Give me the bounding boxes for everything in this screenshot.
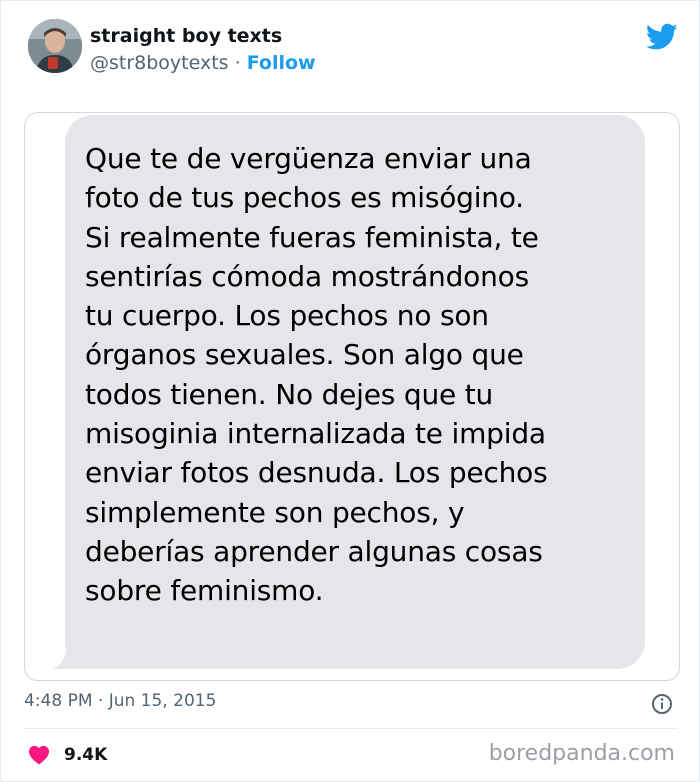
message-line: Si realmente fueras feminista, te (85, 220, 539, 254)
handle-separator: · (234, 52, 241, 74)
follow-button[interactable]: Follow (247, 52, 316, 74)
like-count: 9.4K (64, 745, 108, 765)
message-line: órganos sexuales. Son algo que (85, 338, 524, 372)
heart-icon[interactable] (28, 745, 50, 765)
tweet-time: 4:48 PM (24, 691, 93, 711)
twitter-bird-icon[interactable] (646, 23, 678, 51)
avatar-photo-icon (28, 19, 82, 73)
message-text: Que te de vergüenza enviar una foto de t… (85, 139, 645, 611)
message-line: enviar fotos desnuda. Los pechos (85, 456, 548, 490)
message-line: deberías aprender algunas cosas (85, 534, 543, 568)
avatar[interactable] (28, 19, 82, 73)
author-handle-line: @str8boytexts · Follow (90, 52, 316, 74)
timestamp-separator: · (97, 691, 104, 711)
like-action[interactable]: 9.4K (28, 742, 107, 768)
tweet-header: straight boy texts @str8boytexts · Follo… (28, 19, 678, 81)
tweet-media-screenshot[interactable]: Que te de vergüenza enviar una foto de t… (24, 112, 680, 681)
message-line: todos tienen. No dejes que tu (85, 377, 494, 411)
message-line: tu cuerpo. Los pechos no son (85, 299, 489, 333)
bubble-tail (53, 637, 87, 669)
divider (24, 728, 678, 729)
message-line: misoginia internalizada te impida (85, 417, 546, 451)
info-circle-icon[interactable] (651, 693, 673, 715)
tweet-timestamp[interactable]: 4:48 PM · Jun 15, 2015 (24, 691, 216, 711)
message-line: sobre feminismo. (85, 574, 324, 608)
tweet-date: Jun 15, 2015 (108, 691, 217, 711)
source-watermark: boredpanda.com (488, 741, 675, 766)
message-line: Que te de vergüenza enviar una (85, 142, 532, 175)
message-line: simplemente son pechos, y (85, 495, 465, 529)
author-display-name[interactable]: straight boy texts (90, 25, 282, 47)
author-handle[interactable]: @str8boytexts (90, 52, 229, 74)
message-line: foto de tus pechos es misógino. (85, 181, 524, 215)
tweet-card: straight boy texts @str8boytexts · Follo… (0, 0, 700, 782)
message-line: sentirías cómoda mostrándonos (85, 259, 529, 293)
